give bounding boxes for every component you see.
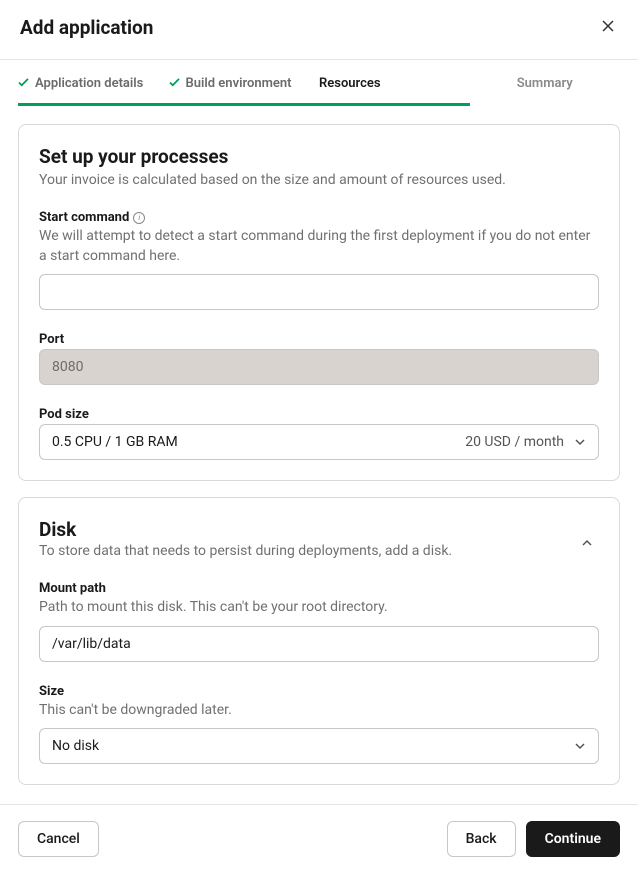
cancel-button[interactable]: Cancel	[18, 821, 99, 857]
size-label: Size	[39, 684, 64, 699]
chevron-down-icon	[574, 742, 586, 750]
disk-collapse-button[interactable]	[575, 526, 599, 557]
info-icon[interactable]: i	[133, 212, 145, 224]
step-label: Resources	[319, 76, 381, 91]
close-icon	[602, 20, 614, 36]
continue-button[interactable]: Continue	[526, 821, 620, 857]
processes-heading: Set up your processes	[39, 145, 599, 168]
step-label: Summary	[517, 76, 573, 91]
processes-subtitle: Your invoice is calculated based on the …	[39, 172, 599, 188]
disk-subtitle: To store data that needs to persist duri…	[39, 543, 452, 559]
step-label: Application details	[35, 76, 143, 91]
start-command-help: We will attempt to detect a start comman…	[39, 227, 599, 266]
size-value: No disk	[52, 738, 99, 754]
disk-heading: Disk	[39, 518, 452, 541]
mount-path-help: Path to mount this disk. This can't be y…	[39, 598, 599, 618]
pod-size-label: Pod size	[39, 407, 89, 422]
pod-size-value: 0.5 CPU / 1 GB RAM	[52, 434, 178, 450]
modal-title: Add application	[20, 16, 153, 39]
step-summary[interactable]: Summary	[470, 60, 621, 106]
disk-card: Disk To store data that needs to persist…	[18, 497, 620, 785]
check-icon	[169, 76, 180, 91]
size-select[interactable]: No disk	[39, 728, 599, 764]
step-label: Build environment	[186, 76, 292, 91]
stepper: Application details Build environment Re…	[0, 60, 638, 106]
chevron-up-icon	[581, 532, 593, 551]
back-button[interactable]: Back	[447, 821, 516, 857]
mount-path-label: Mount path	[39, 581, 106, 596]
start-command-label: Start command	[39, 210, 129, 225]
close-button[interactable]	[598, 16, 618, 39]
pod-size-price: 20 USD / month	[465, 434, 564, 450]
size-help: This can't be downgraded later.	[39, 701, 599, 721]
processes-card: Set up your processes Your invoice is ca…	[18, 124, 620, 481]
check-icon	[18, 76, 29, 91]
start-command-input[interactable]	[39, 274, 599, 310]
chevron-down-icon	[574, 438, 586, 446]
step-build-environment[interactable]: Build environment	[169, 60, 320, 106]
pod-size-select[interactable]: 0.5 CPU / 1 GB RAM 20 USD / month	[39, 424, 599, 460]
mount-path-input[interactable]	[39, 626, 599, 662]
step-resources[interactable]: Resources	[319, 60, 470, 106]
step-application-details[interactable]: Application details	[18, 60, 169, 106]
port-label: Port	[39, 332, 64, 347]
footer: Cancel Back Continue	[0, 804, 638, 873]
port-input	[39, 349, 599, 385]
